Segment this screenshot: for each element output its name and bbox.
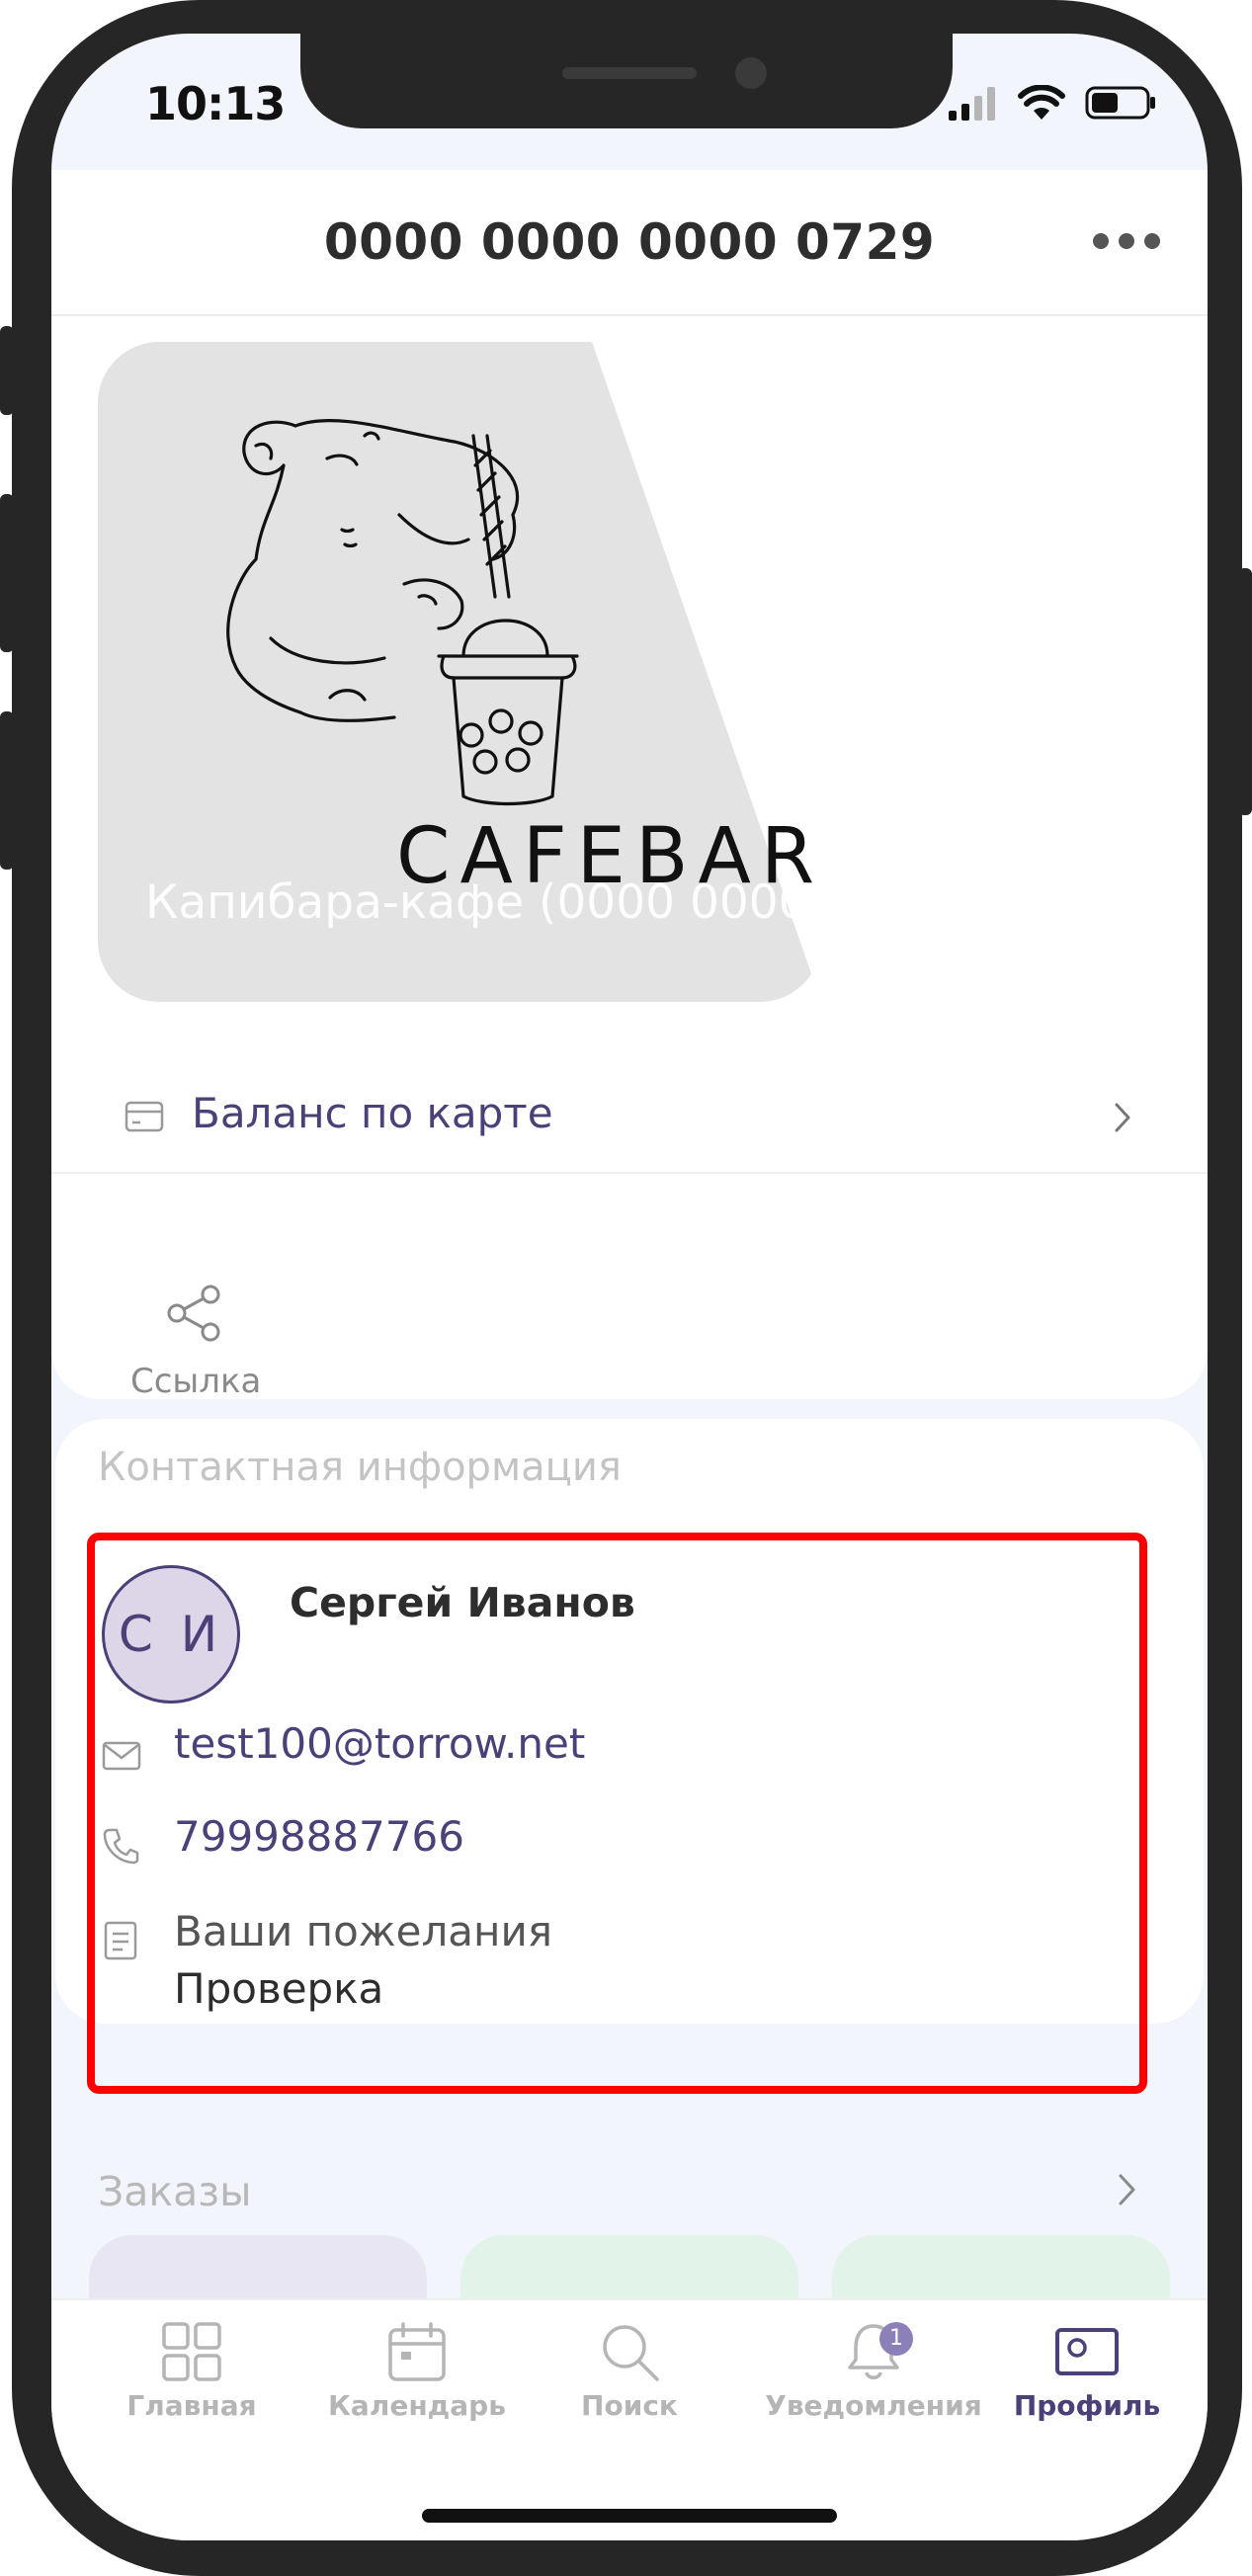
- wishes-value: Проверка: [174, 1964, 384, 2013]
- balance-label: Баланс по карте: [192, 1089, 553, 1137]
- calendar-icon: [388, 2322, 446, 2381]
- tab-label: Профиль: [1013, 2389, 1161, 2422]
- signal-icon: [949, 87, 995, 121]
- app-header: 0000 0000 0000 0729: [51, 170, 1208, 316]
- share-link-button[interactable]: Ссылка: [130, 1285, 262, 1401]
- orders-title[interactable]: Заказы: [98, 2168, 251, 2215]
- avatar: С И: [102, 1565, 240, 1703]
- mute-switch: [0, 326, 14, 415]
- tab-profile[interactable]: Профиль: [988, 2320, 1186, 2422]
- contact-section-title: Контактная информация: [98, 1445, 622, 1490]
- more-dot-icon: [1119, 233, 1134, 249]
- wishes-label: Ваши пожелания: [174, 1907, 553, 1955]
- wifi-icon: [1018, 85, 1065, 120]
- front-camera: [735, 57, 767, 89]
- tab-label: Уведомления: [765, 2389, 982, 2422]
- tab-label: Поиск: [581, 2389, 678, 2422]
- card-image[interactable]: CAFEBARA Капибара-кафе (0000 0000 0729): [98, 342, 821, 1002]
- home-indicator[interactable]: [422, 2509, 837, 2523]
- status-icons: [949, 85, 1156, 121]
- tab-search[interactable]: Поиск: [531, 2320, 728, 2422]
- tab-label: Календарь: [328, 2389, 506, 2422]
- credit-card-icon: [125, 1101, 164, 1132]
- tab-notifications[interactable]: 1 Уведомления: [765, 2320, 982, 2422]
- contact-email[interactable]: test100@torrow.net: [174, 1719, 585, 1768]
- tab-label: Главная: [126, 2389, 257, 2422]
- search-icon: [603, 2325, 659, 2381]
- more-dot-icon: [1093, 233, 1109, 249]
- battery-icon: [1085, 86, 1155, 120]
- tab-calendar[interactable]: Календарь: [318, 2320, 516, 2422]
- phone-icon: [103, 1828, 139, 1865]
- more-dot-icon: [1144, 233, 1160, 249]
- volume-up-button: [0, 494, 14, 652]
- chevron-right-icon[interactable]: [1117, 2172, 1138, 2207]
- page-title: 0000 0000 0000 0729: [323, 213, 936, 271]
- more-options-button[interactable]: [1093, 233, 1160, 249]
- bottom-tab-bar: Главная Календарь Поиск 1 Уведомления Пр…: [51, 2298, 1208, 2540]
- share-icon: [167, 1285, 220, 1342]
- card-section: CAFEBARA Капибара-кафе (0000 0000 0729) …: [51, 316, 1208, 1401]
- email-icon: [102, 1741, 141, 1771]
- screen: 10:13 0000 0000 0000 0729 CAFEBAR Капиба…: [51, 34, 1208, 2540]
- profile-card-icon: [1055, 2328, 1119, 2375]
- share-link-label: Ссылка: [130, 1362, 262, 1401]
- notification-badge: 1: [879, 2322, 913, 2356]
- volume-down-button: [0, 711, 14, 870]
- contact-phone[interactable]: 79998887766: [174, 1812, 464, 1861]
- note-icon: [104, 1921, 137, 1960]
- power-button: [1238, 568, 1252, 815]
- speaker: [562, 67, 697, 79]
- chevron-right-icon: [1115, 1103, 1130, 1132]
- card-balance-row[interactable]: Баланс по карте: [51, 1063, 1208, 1174]
- contact-name: Сергей Иванов: [290, 1579, 635, 1626]
- tab-home[interactable]: Главная: [93, 2320, 291, 2422]
- notch: [300, 34, 953, 128]
- status-time: 10:13: [145, 77, 286, 130]
- card-caption: Капибара-кафе (0000 0000 0729): [145, 875, 821, 930]
- grid-icon: [162, 2322, 221, 2381]
